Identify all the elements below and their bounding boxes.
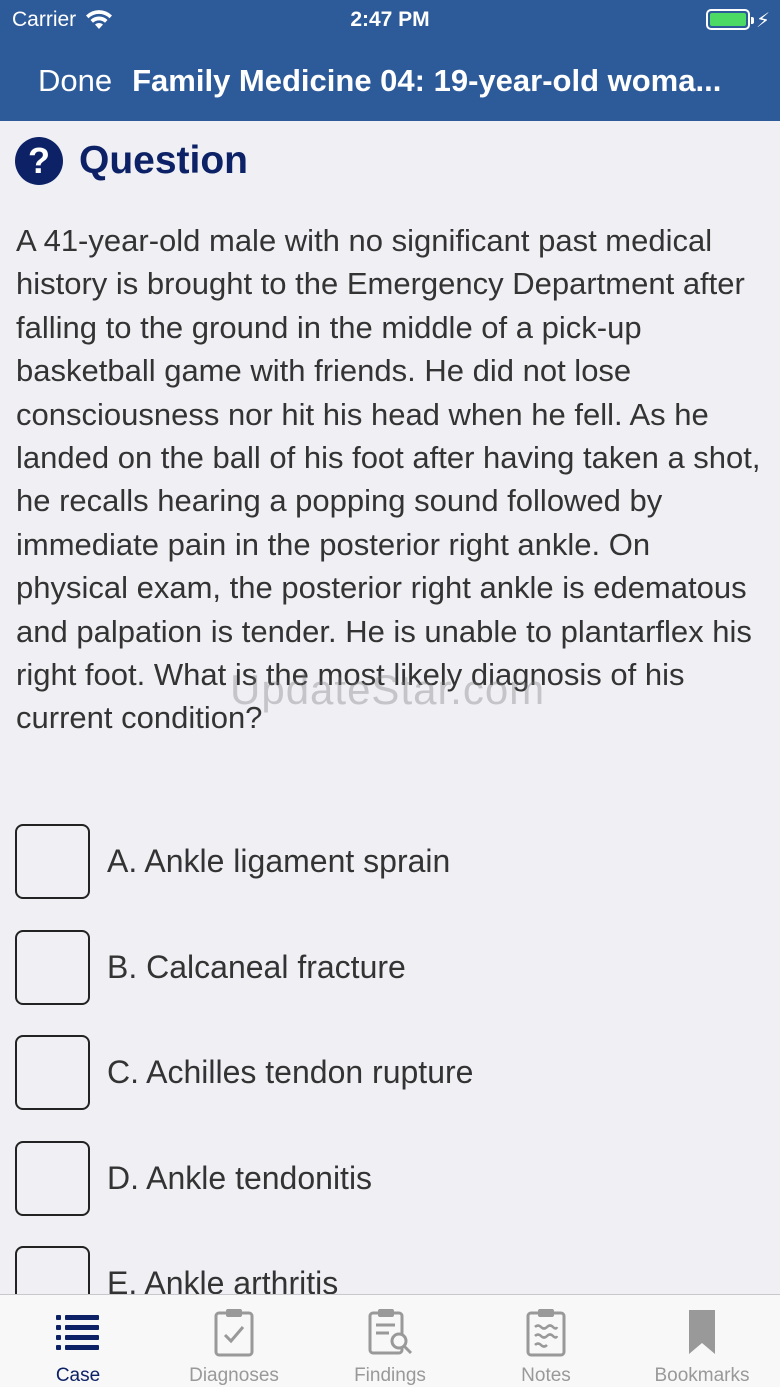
- question-heading: Question: [79, 139, 249, 182]
- clipboard-notes-icon: [526, 1309, 566, 1357]
- tab-label: Bookmarks: [654, 1365, 750, 1386]
- list-icon: [56, 1315, 99, 1350]
- answer-option-d[interactable]: D. Ankle tendonitis: [15, 1126, 765, 1232]
- question-header: ? Question: [15, 137, 248, 185]
- checkbox[interactable]: [15, 929, 90, 1005]
- bookmark-icon: [689, 1310, 715, 1354]
- nav-title: Family Medicine 04: 19-year-old woma...: [132, 62, 722, 98]
- tab-bar: Case Diagnoses Findings Notes Bookmarks: [0, 1294, 780, 1387]
- tab-label: Notes: [521, 1365, 571, 1386]
- answer-option-b[interactable]: B. Calcaneal fracture: [15, 915, 765, 1021]
- top-bar: Carrier 2:47 PM ⚡ Done Family Medicine 0…: [0, 0, 780, 121]
- answer-label: A. Ankle ligament sprain: [107, 843, 451, 880]
- clock: 2:47 PM: [350, 8, 430, 31]
- battery-icon: [706, 9, 754, 30]
- answer-label: E. Ankle arthritis: [107, 1265, 339, 1294]
- done-button[interactable]: Done: [38, 63, 112, 99]
- checkbox[interactable]: [15, 1246, 90, 1294]
- answer-label: B. Calcaneal fracture: [107, 948, 406, 985]
- answer-label: D. Ankle tendonitis: [107, 1159, 373, 1196]
- answer-label: C. Achilles tendon rupture: [107, 1054, 474, 1091]
- question-circle-icon: ?: [15, 137, 63, 185]
- case-content[interactable]: ? Question A 41-year-old male with no si…: [0, 121, 780, 1294]
- question-text: A 41-year-old male with no significant p…: [16, 223, 761, 736]
- answer-option-c[interactable]: C. Achilles tendon rupture: [15, 1020, 765, 1126]
- tab-label: Case: [55, 1365, 101, 1386]
- checkbox[interactable]: [15, 1140, 90, 1216]
- clipboard-check-icon: [214, 1309, 254, 1357]
- charging-bolt-icon: ⚡: [755, 10, 770, 32]
- status-bar: Carrier 2:47 PM ⚡: [0, 0, 780, 40]
- checkbox[interactable]: [15, 1035, 90, 1111]
- tab-bookmarks[interactable]: Bookmarks: [624, 1295, 780, 1387]
- tab-label: Diagnoses: [189, 1365, 279, 1386]
- tab-notes[interactable]: Notes: [468, 1295, 624, 1387]
- answer-options: A. Ankle ligament sprain B. Calcaneal fr…: [15, 809, 765, 1294]
- answer-option-e[interactable]: E. Ankle arthritis: [15, 1231, 765, 1294]
- clipboard-search-icon: [368, 1309, 413, 1355]
- answer-option-a[interactable]: A. Ankle ligament sprain: [15, 809, 765, 915]
- tab-findings[interactable]: Findings: [312, 1295, 468, 1387]
- navigation-bar: Done Family Medicine 04: 19-year-old wom…: [0, 40, 780, 121]
- tab-diagnoses[interactable]: Diagnoses: [156, 1295, 312, 1387]
- tab-case[interactable]: Case: [0, 1295, 156, 1387]
- checkbox[interactable]: [15, 824, 90, 900]
- tab-label: Findings: [354, 1365, 426, 1386]
